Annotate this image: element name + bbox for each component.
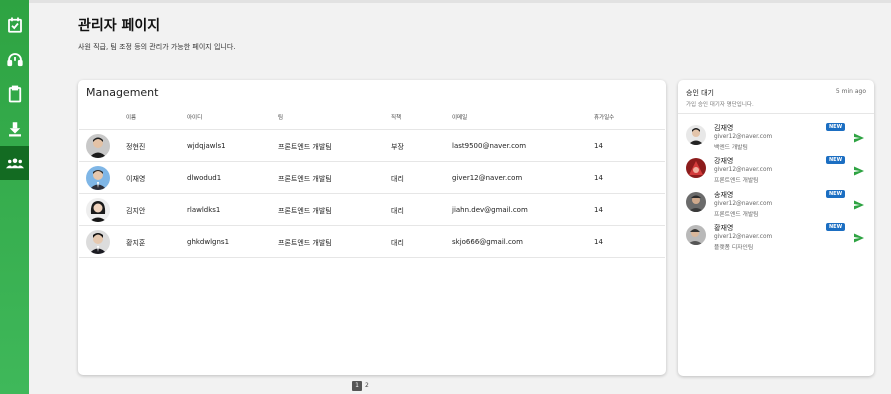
cell-position: 대리 xyxy=(391,207,404,215)
avatar xyxy=(86,134,110,158)
avatar xyxy=(686,192,706,212)
request-email: giver12@naver.com xyxy=(714,201,773,207)
request-email: giver12@naver.com xyxy=(714,134,773,140)
pending-request: 황재영 giver12@naver.com 플랫폼 디자인팀 NEW xyxy=(678,221,874,254)
send-icon[interactable] xyxy=(853,132,865,144)
cell-vacation: 14 xyxy=(594,174,603,182)
sidebar xyxy=(0,0,29,394)
cell-email: jiahn.dev@gmail.com xyxy=(452,206,528,214)
request-name: 송재영 xyxy=(714,191,734,199)
request-team: 플랫폼 디자인팀 xyxy=(714,245,754,251)
nav-support[interactable] xyxy=(0,43,29,77)
request-email: giver12@naver.com xyxy=(714,167,773,173)
send-icon[interactable] xyxy=(853,165,865,177)
new-badge: NEW xyxy=(826,223,846,231)
cell-position: 부장 xyxy=(391,143,404,151)
column-header-position: 직책 xyxy=(391,115,402,121)
new-badge: NEW xyxy=(826,123,846,131)
download-icon xyxy=(8,122,21,137)
column-header-name: 이름 xyxy=(126,115,137,121)
cell-name: 황지훈 xyxy=(126,239,146,247)
nav-download[interactable] xyxy=(0,112,29,146)
cell-team: 프론트엔드 개발팀 xyxy=(278,175,332,183)
cell-name: 김지안 xyxy=(126,207,146,215)
cell-name: 이재영 xyxy=(126,175,146,183)
page-description: 사원 직급, 팀 조정 등의 관리가 가능한 페이지 입니다. xyxy=(78,43,236,51)
column-header-vacation: 휴가일수 xyxy=(594,115,615,121)
cell-name: 정현진 xyxy=(126,143,146,151)
table-row[interactable]: 이재영 dlwodud1 프론트엔드 개발팀 대리 giver12@naver.… xyxy=(79,162,665,194)
avatar xyxy=(86,166,110,190)
nav-users[interactable] xyxy=(0,146,29,180)
page-title: 관리자 페이지 xyxy=(78,18,161,34)
cell-id: wjdqjawls1 xyxy=(187,142,226,150)
calendar-check-icon xyxy=(7,17,22,33)
pending-request: 김재영 giver12@naver.com 백엔드 개발팀 NEW xyxy=(678,121,874,154)
headset-icon xyxy=(6,53,23,67)
cell-team: 프론트엔드 개발팀 xyxy=(278,143,332,151)
clipboard-icon xyxy=(8,85,21,103)
pending-divider xyxy=(678,113,874,114)
column-header-email: 이메일 xyxy=(452,115,468,121)
cell-email: giver12@naver.com xyxy=(452,174,523,182)
request-name: 김재영 xyxy=(714,124,734,132)
request-team: 백엔드 개발팀 xyxy=(714,145,748,151)
cell-position: 대리 xyxy=(391,239,404,247)
users-icon xyxy=(5,158,24,169)
avatar xyxy=(686,158,706,178)
pending-request: 강재영 giver12@naver.com 프론트엔드 개발팀 NEW xyxy=(678,154,874,187)
nav-clipboard[interactable] xyxy=(0,77,29,111)
request-team: 프론트엔드 개발팀 xyxy=(714,178,759,184)
avatar xyxy=(686,125,706,145)
cell-email: skjo666@gmail.com xyxy=(452,238,523,246)
send-icon[interactable] xyxy=(853,199,865,211)
request-email: giver12@naver.com xyxy=(714,234,773,240)
cell-team: 프론트엔드 개발팀 xyxy=(278,207,332,215)
cell-id: rlawldks1 xyxy=(187,206,221,214)
pending-approval-card: 승인 대기 5 min ago 가입 승인 대기자 명단입니다. 김재영 giv… xyxy=(678,80,874,376)
pending-request: 송재영 giver12@naver.com 프론트엔드 개발팀 NEW xyxy=(678,188,874,221)
column-header-id: 아이디 xyxy=(187,115,203,121)
send-icon[interactable] xyxy=(853,232,865,244)
avatar xyxy=(686,225,706,245)
new-badge: NEW xyxy=(826,190,846,198)
cell-team: 프론트엔드 개발팀 xyxy=(278,239,332,247)
pending-title: 승인 대기 xyxy=(686,89,714,97)
table-row[interactable]: 정현진 wjdqjawls1 프론트엔드 개발팀 부장 last9500@nav… xyxy=(79,130,665,162)
table-row[interactable]: 황지훈 ghkdwlgns1 프론트엔드 개발팀 대리 skjo666@gmai… xyxy=(79,226,665,258)
avatar xyxy=(86,198,110,222)
page-button-1[interactable]: 1 xyxy=(352,381,362,391)
pending-subtitle: 가입 승인 대기자 명단입니다. xyxy=(686,102,754,108)
cell-id: dlwodud1 xyxy=(187,174,222,182)
request-team: 프론트엔드 개발팀 xyxy=(714,212,759,218)
cell-vacation: 14 xyxy=(594,238,603,246)
avatar xyxy=(86,230,110,254)
nav-calendar[interactable] xyxy=(0,8,29,42)
request-name: 황재영 xyxy=(714,224,734,232)
cell-id: ghkdwlgns1 xyxy=(187,238,230,246)
page-button-2[interactable]: 2 xyxy=(365,381,371,391)
top-divider xyxy=(29,0,891,3)
request-name: 강재영 xyxy=(714,157,734,165)
cell-vacation: 14 xyxy=(594,142,603,150)
table-row[interactable]: 김지안 rlawldks1 프론트엔드 개발팀 대리 jiahn.dev@gma… xyxy=(79,194,665,226)
management-title: Management xyxy=(86,86,159,99)
cell-email: last9500@naver.com xyxy=(452,142,527,150)
cell-vacation: 14 xyxy=(594,206,603,214)
pending-time-ago: 5 min ago xyxy=(835,88,866,95)
new-badge: NEW xyxy=(826,156,846,164)
column-header-team: 팀 xyxy=(278,115,284,121)
cell-position: 대리 xyxy=(391,175,404,183)
